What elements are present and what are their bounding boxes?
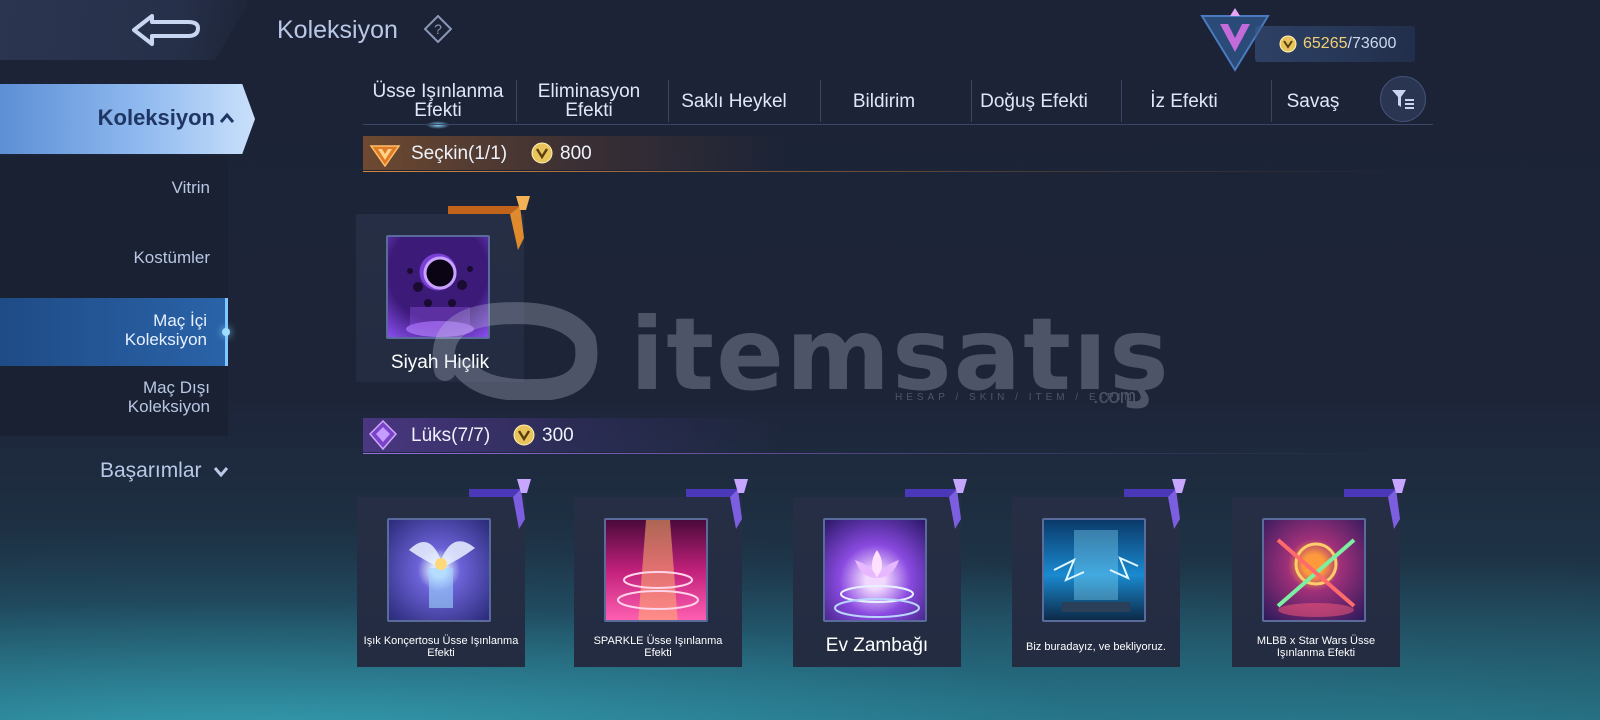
filter-button[interactable] — [1380, 76, 1426, 122]
section-elite-underline — [363, 171, 1413, 172]
sidebar-collection-label: Koleksiyon — [97, 105, 215, 130]
section-elite-header: Seçkin(1/1) 800 — [363, 136, 1413, 172]
blue-portal-icon — [1042, 518, 1146, 622]
currency-max: 73600 — [1351, 35, 1397, 52]
section-lux-underline — [363, 453, 1413, 454]
lux-item-card[interactable]: Biz buradayız, ve bekliyoruz. — [1012, 479, 1186, 667]
sidebar-item-mac-ici[interactable]: Maç İçi Koleksiyon — [0, 298, 230, 366]
sidebar-item-label: Maç İçi Koleksiyon — [124, 311, 207, 349]
watermark-text: itemsatış — [630, 296, 1171, 413]
tab-trail-effect[interactable]: İz Efekti — [1108, 78, 1260, 124]
currency-display: 65265/73600 — [1255, 26, 1415, 62]
lux-item-card[interactable]: MLBB x Star Wars Üsse Işınlanma Efekti — [1232, 479, 1406, 667]
sidebar-item-vitrin[interactable]: Vitrin — [0, 178, 228, 202]
tab-notification[interactable]: Bildirim — [808, 78, 960, 124]
tab-battle[interactable]: Savaş — [1253, 78, 1373, 124]
help-icon[interactable]: ? — [424, 15, 452, 43]
sidebar-submenu: Vitrin Kostümler Maç İçi Koleksiyon Maç … — [0, 156, 230, 436]
item-name: MLBB x Star Wars Üsse Işınlanma Efekti — [1256, 635, 1376, 659]
coin-icon — [531, 142, 553, 164]
filter-icon — [1392, 90, 1414, 109]
tab-elimination[interactable]: Eliminasyon Efekti — [513, 78, 665, 124]
section-lux-header: Lüks(7/7) 300 — [363, 418, 1413, 454]
item-name: Işık Konçertosu Üsse Işınlanma Efekti — [363, 635, 519, 659]
lux-item-card[interactable]: Ev Zambağı — [793, 479, 967, 667]
watermark-subtext: HESAP / SKIN / ITEM / E-PIN — [895, 392, 1136, 403]
chevron-down-icon — [214, 467, 229, 478]
star-wars-icon — [1262, 518, 1366, 622]
section-elite-title: Seçkin(1/1) — [411, 143, 508, 164]
item-name: Siyah Hiçlik — [390, 352, 490, 373]
section-elite-price: 800 — [560, 143, 592, 164]
lotus-icon — [823, 518, 927, 622]
tabs-underline — [363, 124, 1433, 125]
section-lux-price: 300 — [542, 425, 574, 446]
currency-current: 65265 — [1303, 35, 1348, 52]
lux-item-card[interactable]: Işık Konçertosu Üsse Işınlanma Efekti — [357, 479, 531, 667]
chevron-up-icon — [219, 112, 235, 123]
sidebar-item-mac-disi[interactable]: Maç Dışı Koleksiyon — [0, 378, 228, 422]
watermark-logo: itemsatış HESAP / SKIN / ITEM / E-PIN .c… — [425, 296, 1175, 420]
category-tabs: Üsse Işınlanma Efekti Eliminasyon Efekti… — [363, 78, 1433, 129]
coin-icon — [1279, 35, 1297, 53]
tab-spawn-effect[interactable]: Doğuş Efekti — [958, 78, 1110, 124]
tab-hidden-statue[interactable]: Saklı Heykel — [658, 78, 810, 124]
item-name: Ev Zambağı — [825, 635, 929, 656]
lux-rank-icon — [369, 420, 397, 450]
section-lux-title: Lüks(7/7) — [411, 425, 491, 446]
back-button[interactable] — [0, 0, 250, 60]
elite-rank-icon — [369, 145, 401, 168]
achievements-label: Başarımlar — [100, 459, 202, 482]
item-name: Biz buradayız, ve bekliyoruz. — [1025, 641, 1166, 653]
sidebar-collection-button[interactable]: Koleksiyon — [0, 84, 255, 154]
black-void-icon — [386, 235, 490, 339]
tab-base-teleport[interactable]: Üsse Işınlanma Efekti — [363, 78, 513, 129]
sidebar-achievements-button[interactable]: Başarımlar — [100, 459, 229, 483]
sidebar-item-kostumler[interactable]: Kostümler — [0, 248, 228, 272]
watermark-suffix: .com — [1093, 386, 1137, 408]
elite-item-card[interactable]: Siyah Hiçlik — [356, 196, 530, 382]
lux-item-card[interactable]: SPARKLE Üsse Işınlanma Efekti — [574, 479, 748, 667]
item-name: SPARKLE Üsse Işınlanma Efekti — [593, 635, 723, 659]
coin-icon — [513, 424, 535, 446]
light-concerto-icon — [387, 518, 491, 622]
page-title: Koleksiyon — [277, 16, 398, 44]
active-indicator-dot — [222, 328, 230, 336]
sidebar-item-label: Maç Dışı Koleksiyon — [127, 378, 210, 416]
svg-text:?: ? — [434, 21, 442, 37]
back-arrow-icon — [132, 14, 200, 46]
sparkle-icon — [604, 518, 708, 622]
